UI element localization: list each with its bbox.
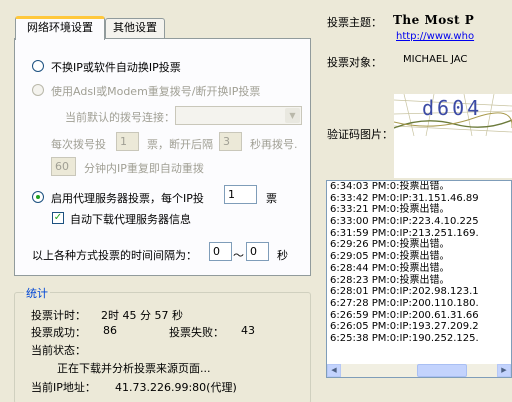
auto-download-label: 自动下载代理服务器信息 [70,213,191,226]
tab-network-settings[interactable]: 网络环境设置 [15,16,105,40]
network-settings-panel: 不换IP或软件自动换IP投票 使用Adsl或Modem重复拨号/断开换IP投票 … [14,38,311,276]
fail-value: 43 [241,324,255,337]
dial-connection-select[interactable]: ▼ [175,106,302,125]
dial-votes-prefix: 每次拨号投 [51,138,106,151]
dial-seconds-suffix: 秒再拨号. [250,138,298,151]
interval-unit: 秒 [277,249,288,262]
log-row: 6:28:23 PM:0:投票出错。 [330,274,450,286]
tab-other-settings[interactable]: 其他设置 [105,18,165,38]
radio-proxy[interactable] [32,191,44,203]
log-row: 6:33:00 PM:0:IP:223.4.10.225 [330,216,479,228]
interval-to-input[interactable]: 0 [246,242,269,261]
status-value: 正在下载并分析投票来源页面... [57,362,211,375]
vote-url-link[interactable]: http://www.who [396,31,474,42]
vote-log-list[interactable]: 6:34:03 PM:0:投票出错。 6:33:42 PM:0:IP:31.15… [326,180,512,376]
log-row: 6:27:28 PM:0:IP:200.110.180. [330,297,479,309]
current-dial-label: 当前默认的拨号连接： [65,111,175,124]
chevron-down-icon: ▼ [285,108,300,123]
log-row: 6:25:38 PM:0:IP:190.252.125. [330,332,479,344]
interval-label: 以上各种方式投票的时间间隔为： [32,249,197,262]
auto-download-checkbox[interactable]: ✓ [52,212,64,224]
vote-target-value: MICHAEL JAC [403,54,468,65]
success-value: 86 [103,324,117,337]
tab-other-label: 其他设置 [113,21,157,34]
stats-group-title: 统计 [24,285,50,301]
interval-separator: ～ [233,249,244,262]
log-row: 6:33:21 PM:0:投票出错。 [330,204,450,216]
dial-middle-label: 票，断开后隔 [147,138,213,151]
interval-from-input[interactable]: 0 [209,242,232,261]
timer-label: 投票计时： [31,309,86,322]
status-label: 当前状态： [31,344,86,357]
redial-minutes-input[interactable]: 60 [51,157,76,176]
ip-label: 当前IP地址： [31,381,96,394]
log-row: 6:29:26 PM:0:投票出错。 [330,239,450,251]
timer-value: 2时 45 分 57 秒 [101,309,183,322]
log-row: 6:31:59 PM:0:IP:213.251.169. [330,227,479,239]
vote-subject-value: The Most P [393,13,475,27]
tab-network-label: 网络环境设置 [27,21,93,34]
scroll-thumb[interactable] [417,364,467,377]
log-row: 6:26:59 PM:0:IP:200.61.31.66 [330,309,479,321]
captcha-image: d604 [394,94,512,136]
log-row: 6:28:44 PM:0:投票出错。 [330,262,450,274]
fail-label: 投票失败： [169,326,224,339]
radio-adsl-label: 使用Adsl或Modem重复拨号/断开换IP投票 [51,85,261,98]
proxy-votes-suffix: 票 [266,192,277,205]
dial-votes-input[interactable]: 1 [116,132,139,151]
log-row: 6:34:03 PM:0:投票出错。 [330,181,450,192]
success-label: 投票成功： [31,326,86,339]
radio-proxy-label: 启用代理服务器投票，每个IP投 [51,192,204,205]
ip-value: 41.73.226.99:80(代理) [115,381,237,394]
log-row: 6:26:05 PM:0:IP:193.27.209.2 [330,321,479,333]
log-row: 6:28:01 PM:0:IP:202.98.123.1 [330,286,479,298]
vote-target-label: 投票对象： [327,56,382,69]
log-row: 6:29:05 PM:0:投票出错。 [330,251,450,263]
log-horizontal-scrollbar[interactable]: ◀ ▶ [326,364,512,378]
redial-suffix: 分钟内IP重复即自动重拨 [84,162,204,175]
vote-subject-label: 投票主题： [327,16,382,29]
scroll-right-icon[interactable]: ▶ [497,364,511,377]
log-row: 6:33:42 PM:0:IP:31.151.46.89 [330,192,479,204]
captcha-label: 验证码图片： [327,128,393,141]
dial-seconds-input[interactable]: 3 [219,132,242,151]
radio-no-change-ip-label: 不换IP或软件自动换IP投票 [51,61,181,74]
captcha-text: d604 [422,96,483,120]
scroll-left-icon[interactable]: ◀ [327,364,341,377]
radio-selected-dot [36,195,40,199]
radio-no-change-ip[interactable] [32,60,44,72]
proxy-votes-input[interactable]: 1 [224,185,257,204]
radio-adsl[interactable] [32,84,44,96]
captcha-blank-area [394,136,512,178]
